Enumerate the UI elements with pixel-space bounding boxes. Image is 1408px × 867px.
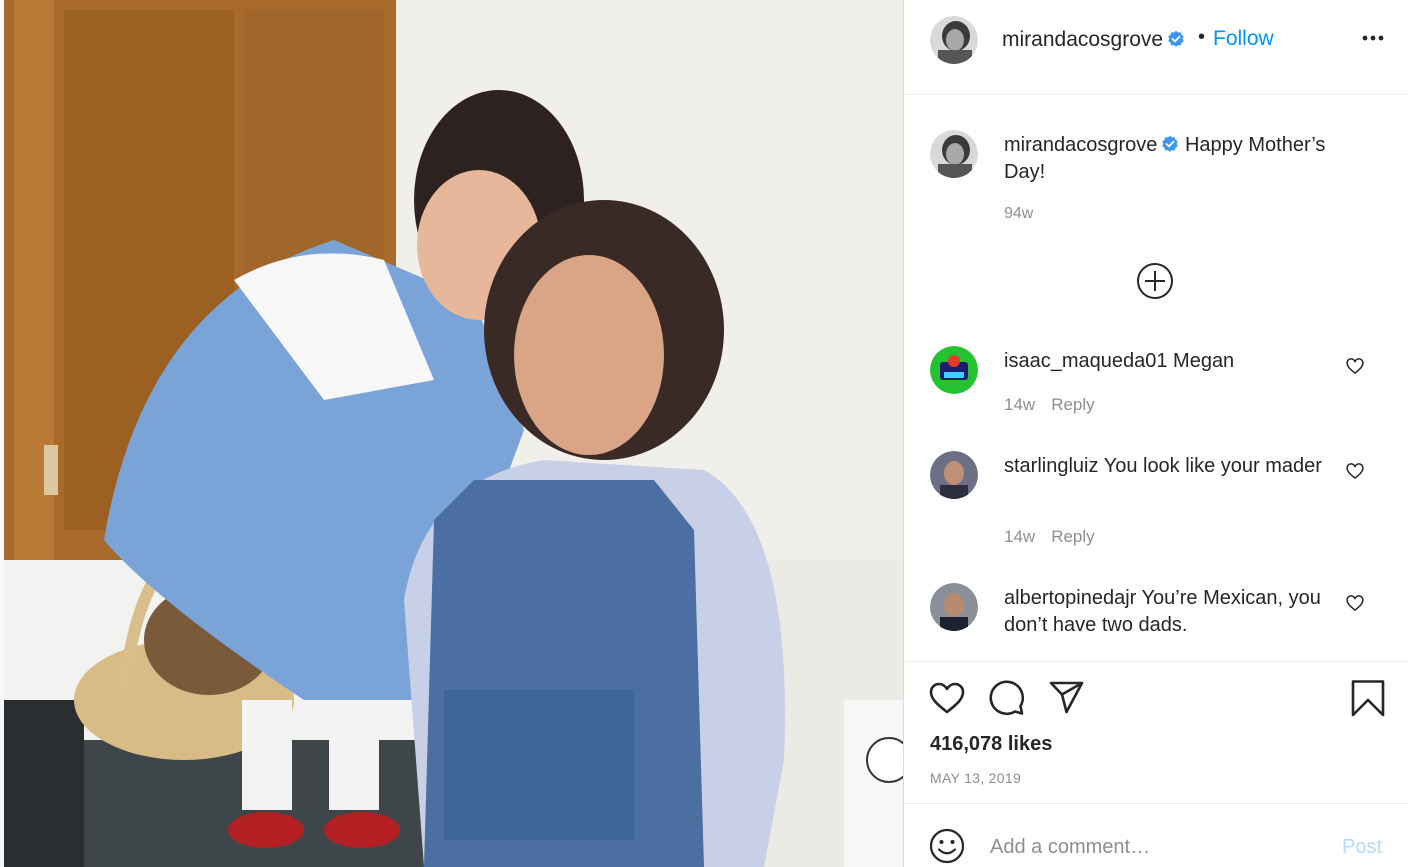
author-avatar[interactable] xyxy=(930,16,978,64)
add-comment-bar: Post xyxy=(904,803,1408,867)
more-options-icon[interactable] xyxy=(1359,28,1387,48)
post-date[interactable]: MAY 13, 2019 xyxy=(930,770,1021,786)
comment-text: starlingluiz You look like your mader xyxy=(1004,453,1324,480)
comment-like-icon[interactable] xyxy=(1345,593,1365,613)
follow-button[interactable]: Follow xyxy=(1213,27,1274,51)
caption-timestamp[interactable]: 94w xyxy=(1004,205,1033,223)
comment-username[interactable]: albertopinedajr xyxy=(1004,587,1136,609)
emoji-icon[interactable] xyxy=(929,828,965,864)
photo-illustration xyxy=(4,0,903,867)
send-icon[interactable] xyxy=(1048,679,1086,717)
post-side-panel: mirandacosgrove • Follow mirandacosgrove… xyxy=(903,0,1408,867)
post-comment-button[interactable]: Post xyxy=(1342,836,1382,859)
comment-meta: 14w Reply xyxy=(1004,527,1095,547)
comment-username[interactable]: starlingluiz xyxy=(1004,455,1098,477)
commenter-avatar[interactable] xyxy=(930,583,978,631)
post-caption: mirandacosgrove Happy Mother’s Day! xyxy=(1004,132,1364,186)
caption-username[interactable]: mirandacosgrove xyxy=(1004,134,1157,156)
reply-button[interactable]: Reply xyxy=(1051,395,1094,414)
comment-meta: 14w Reply xyxy=(1004,395,1095,415)
header-separator: • xyxy=(1198,26,1206,48)
comment-body: Megan xyxy=(1173,350,1235,372)
verified-badge-icon xyxy=(1168,30,1184,47)
verified-badge-icon xyxy=(1162,135,1179,152)
comment-like-icon[interactable] xyxy=(1345,461,1365,481)
author-username[interactable]: mirandacosgrove xyxy=(1002,28,1185,52)
comment-input[interactable] xyxy=(990,832,1310,862)
comment-timestamp[interactable]: 14w xyxy=(1004,527,1035,546)
plus-circle-icon[interactable] xyxy=(1136,262,1174,300)
author-username-text[interactable]: mirandacosgrove xyxy=(1002,28,1163,51)
comment-body: You look like your mader xyxy=(1103,455,1322,477)
bookmark-icon[interactable] xyxy=(1349,679,1387,717)
comment-timestamp[interactable]: 14w xyxy=(1004,395,1035,414)
post-header: mirandacosgrove • Follow xyxy=(904,0,1408,95)
comment-text: albertopinedajr You’re Mexican, you don’… xyxy=(1004,585,1324,639)
commenter-avatar[interactable] xyxy=(930,451,978,499)
reply-button[interactable]: Reply xyxy=(1051,527,1094,546)
post-actions: 416,078 likes MAY 13, 2019 xyxy=(904,661,1408,803)
heart-icon[interactable] xyxy=(928,679,966,717)
like-count[interactable]: 416,078 likes xyxy=(930,733,1052,756)
commenter-avatar[interactable] xyxy=(930,346,978,394)
post-photo[interactable] xyxy=(0,0,903,867)
comment-username[interactable]: isaac_maqueda01 xyxy=(1004,350,1167,372)
comment-like-icon[interactable] xyxy=(1345,356,1365,376)
comment-text: isaac_maqueda01 Megan xyxy=(1004,348,1324,375)
caption-avatar[interactable] xyxy=(930,130,978,178)
comment-icon[interactable] xyxy=(988,679,1026,717)
